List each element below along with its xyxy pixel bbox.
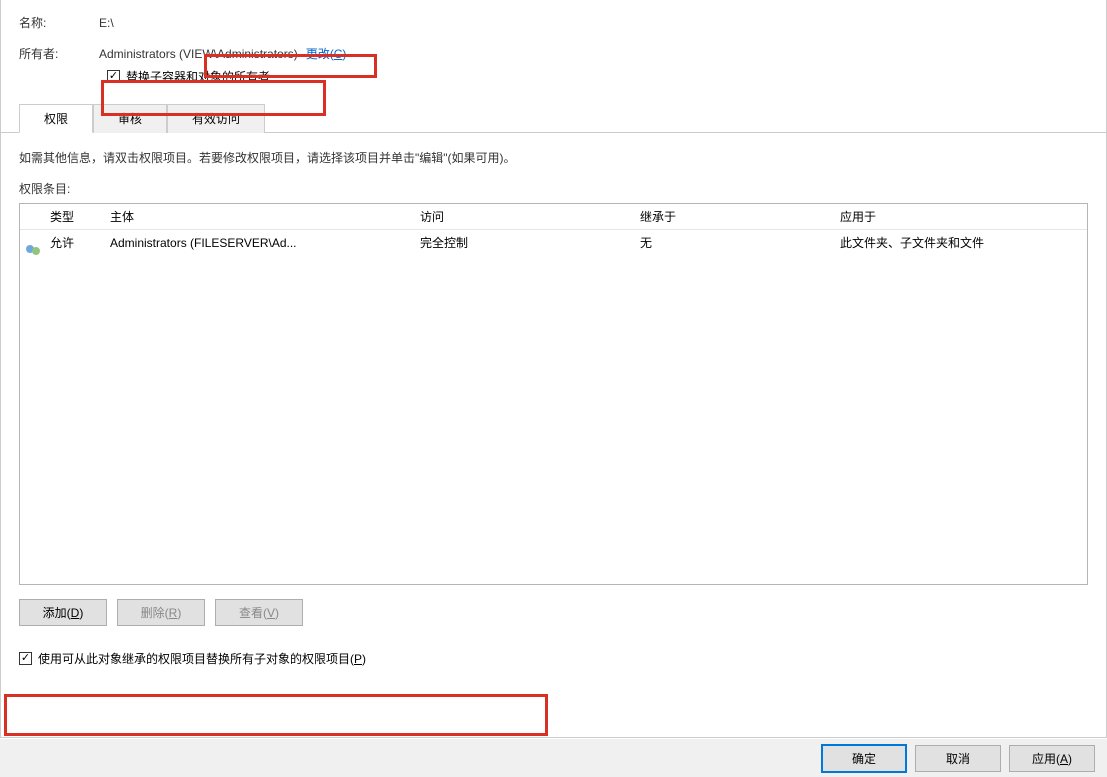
replace-owner-label: 替换子容器和对象的所有者 — [126, 68, 270, 85]
col-inherited[interactable]: 继承于 — [640, 208, 840, 225]
row-applies: 此文件夹、子文件夹和文件 — [840, 234, 1087, 251]
ok-button[interactable]: 确定 — [821, 744, 907, 773]
info-text: 如需其他信息，请双击权限项目。若要修改权限项目，请选择该项目并单击"编辑"(如果… — [19, 149, 1088, 166]
col-applies[interactable]: 应用于 — [840, 208, 1087, 225]
replace-child-checkbox[interactable] — [19, 652, 32, 665]
owner-label: 所有者: — [19, 45, 99, 62]
cancel-button[interactable]: 取消 — [915, 745, 1001, 772]
add-button[interactable]: 添加(D) — [19, 599, 107, 626]
col-type[interactable]: 类型 — [50, 208, 110, 225]
remove-button[interactable]: 删除(R) — [117, 599, 205, 626]
replace-child-label: 使用可从此对象继承的权限项目替换所有子对象的权限项目(P) — [38, 650, 366, 667]
permission-entries-table[interactable]: 类型 主体 访问 继承于 应用于 允许 Administrators (FILE… — [19, 203, 1088, 585]
name-value: E:\ — [99, 16, 114, 30]
replace-owner-row: 替换子容器和对象的所有者 — [107, 68, 1088, 85]
row-access: 完全控制 — [420, 234, 640, 251]
table-row[interactable]: 允许 Administrators (FILESERVER\Ad... 完全控制… — [20, 230, 1087, 255]
row-type: 允许 — [50, 234, 110, 251]
table-header: 类型 主体 访问 继承于 应用于 — [20, 204, 1087, 230]
row-inherited: 无 — [640, 234, 840, 251]
name-label: 名称: — [19, 14, 99, 31]
tab-auditing[interactable]: 审核 — [93, 104, 167, 133]
replace-child-row: 使用可从此对象继承的权限项目替换所有子对象的权限项目(P) — [19, 650, 1088, 667]
advanced-security-dialog: 名称: E:\ 所有者: Administrators (VIEW\Admini… — [0, 0, 1107, 738]
tabs: 权限 审核 有效访问 — [1, 103, 1106, 133]
replace-owner-checkbox[interactable] — [107, 70, 120, 83]
view-button[interactable]: 查看(V) — [215, 599, 303, 626]
entry-button-row: 添加(D) 删除(R) 查看(V) — [19, 599, 1088, 626]
change-owner-link[interactable]: 更改(C) — [306, 45, 347, 62]
row-principal: Administrators (FILESERVER\Ad... — [110, 236, 420, 250]
owner-value: Administrators (VIEW\Administrators) — [99, 47, 298, 61]
col-access[interactable]: 访问 — [420, 208, 640, 225]
dialog-footer: 确定 取消 应用(A) — [0, 739, 1107, 777]
owner-row: 所有者: Administrators (VIEW\Administrators… — [19, 45, 1088, 62]
apply-button[interactable]: 应用(A) — [1009, 745, 1095, 772]
tab-permissions[interactable]: 权限 — [19, 104, 93, 133]
entries-label: 权限条目: — [19, 180, 1088, 197]
tab-effective-access[interactable]: 有效访问 — [167, 104, 265, 133]
name-row: 名称: E:\ — [19, 14, 1088, 31]
annotation-highlight — [4, 694, 548, 736]
col-principal[interactable]: 主体 — [110, 208, 420, 225]
